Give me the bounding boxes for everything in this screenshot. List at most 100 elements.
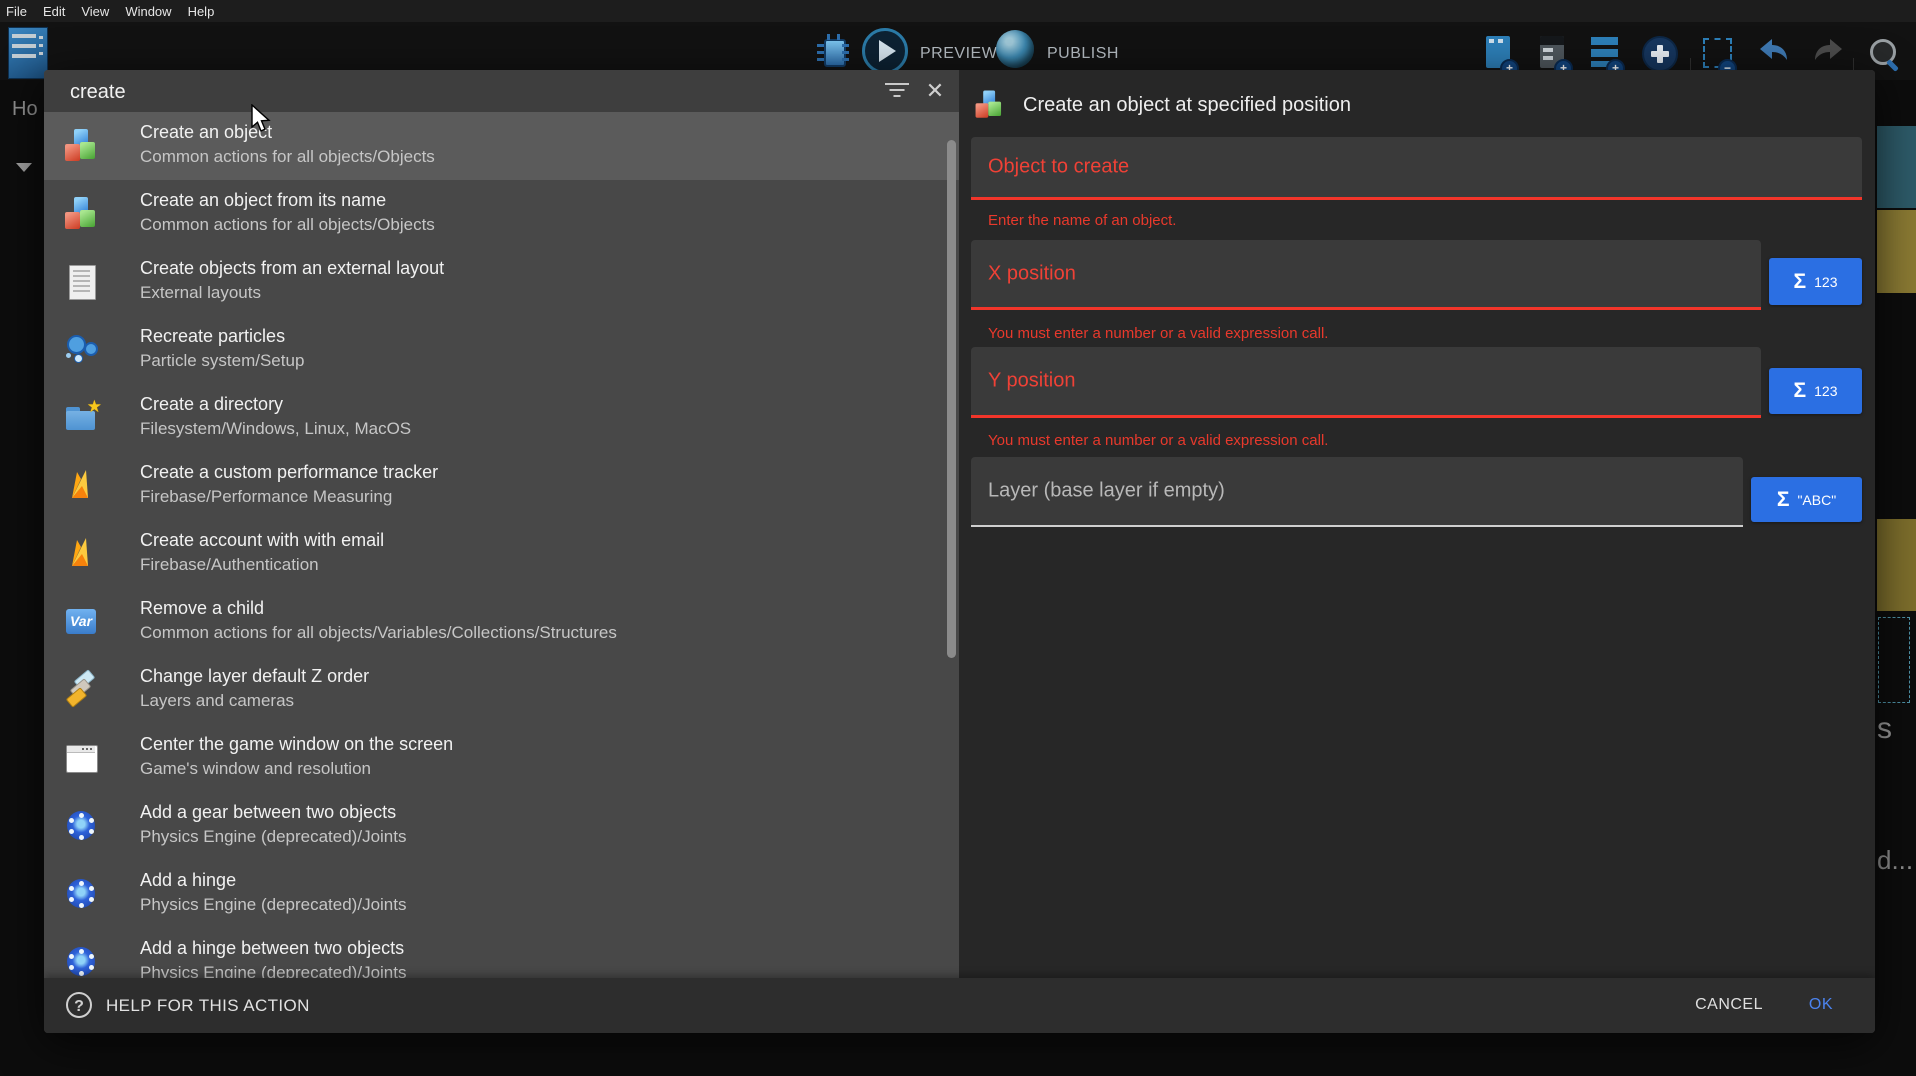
y-expression-button[interactable]: Σ 123 bbox=[1769, 368, 1862, 414]
physics-icon bbox=[62, 875, 100, 913]
dialog-footer: ? HELP FOR THIS ACTION CANCEL OK bbox=[44, 978, 1875, 1033]
search-bar: ✕ bbox=[44, 70, 959, 112]
item-subtitle: Common actions for all objects/Objects bbox=[140, 213, 435, 236]
particles-icon bbox=[62, 331, 100, 369]
instruction-editor-dialog: ✕ Create an objectCommon actions for all… bbox=[44, 70, 1875, 1033]
menu-bar: File Edit View Window Help bbox=[0, 0, 1916, 22]
item-title: Add a gear between two objects bbox=[140, 801, 406, 824]
publish-globe-icon[interactable] bbox=[996, 30, 1034, 68]
item-subtitle: Common actions for all objects/Objects bbox=[140, 145, 435, 168]
item-title: Recreate particles bbox=[140, 325, 304, 348]
list-item[interactable]: ★Create a directoryFilesystem/Windows, L… bbox=[44, 384, 959, 452]
object-to-create-helper: Enter the name of an object. bbox=[988, 212, 1176, 229]
layer-label: Layer (base layer if empty) bbox=[988, 480, 1225, 503]
publish-button[interactable]: PUBLISH bbox=[1047, 45, 1119, 63]
scene-text-fragment: d... bbox=[1877, 845, 1913, 876]
menu-help[interactable]: Help bbox=[188, 4, 215, 19]
item-subtitle: Firebase/Authentication bbox=[140, 553, 384, 576]
scene-block-olive bbox=[1877, 210, 1916, 293]
item-subtitle: Layers and cameras bbox=[140, 689, 369, 712]
detail-title: Create an object at specified position bbox=[1023, 94, 1351, 117]
object-to-create-label: Object to create bbox=[988, 156, 1129, 179]
list-item[interactable]: Create account with with emailFirebase/A… bbox=[44, 520, 959, 588]
expression-type-label: "ABC" bbox=[1797, 492, 1836, 508]
list-item[interactable]: Add a gear between two objectsPhysics En… bbox=[44, 792, 959, 860]
preview-button[interactable]: PREVIEW bbox=[920, 45, 997, 63]
window-icon bbox=[62, 739, 100, 777]
expression-type-label: 123 bbox=[1814, 274, 1837, 290]
item-subtitle: Physics Engine (deprecated)/Joints bbox=[140, 825, 406, 848]
x-position-field[interactable]: X position bbox=[971, 240, 1761, 310]
sigma-icon: Σ bbox=[1777, 488, 1790, 512]
item-subtitle: Filesystem/Windows, Linux, MacOS bbox=[140, 417, 411, 440]
item-title: Create an object bbox=[140, 121, 435, 144]
scene-selection-rect bbox=[1878, 617, 1910, 703]
list-item[interactable]: Add a hingePhysics Engine (deprecated)/J… bbox=[44, 860, 959, 928]
y-position-label: Y position bbox=[988, 370, 1075, 393]
list-item[interactable]: Create an object from its nameCommon act… bbox=[44, 180, 959, 248]
item-title: Create a directory bbox=[140, 393, 411, 416]
project-manager-icon[interactable] bbox=[8, 27, 48, 79]
search-input[interactable] bbox=[68, 70, 772, 114]
firebase-icon bbox=[62, 535, 100, 573]
item-subtitle: External layouts bbox=[140, 281, 444, 304]
app-window: File Edit View Window Help PREVIEW PUBLI… bbox=[0, 0, 1916, 1076]
y-position-field[interactable]: Y position bbox=[971, 347, 1761, 418]
menu-window[interactable]: Window bbox=[125, 4, 171, 19]
menu-view[interactable]: View bbox=[81, 4, 109, 19]
object-to-create-field[interactable]: Object to create bbox=[971, 137, 1862, 200]
debugger-icon[interactable] bbox=[813, 30, 853, 72]
menu-edit[interactable]: Edit bbox=[43, 4, 65, 19]
filter-icon[interactable] bbox=[882, 79, 912, 103]
item-title: Create a custom performance tracker bbox=[140, 461, 438, 484]
close-icon[interactable]: ✕ bbox=[920, 76, 950, 106]
action-chooser-panel: ✕ Create an objectCommon actions for all… bbox=[44, 70, 959, 978]
y-position-error: You must enter a number or a valid expre… bbox=[988, 432, 1328, 449]
item-subtitle: Firebase/Performance Measuring bbox=[140, 485, 438, 508]
x-expression-button[interactable]: Σ 123 bbox=[1769, 258, 1862, 305]
help-icon[interactable]: ? bbox=[66, 992, 92, 1018]
ok-button[interactable]: OK bbox=[1809, 996, 1833, 1014]
layout-icon bbox=[62, 263, 100, 301]
cancel-button[interactable]: CANCEL bbox=[1695, 996, 1763, 1014]
menu-file[interactable]: File bbox=[6, 4, 27, 19]
item-subtitle: Physics Engine (deprecated)/Joints bbox=[140, 893, 406, 916]
undo-icon bbox=[1755, 36, 1791, 70]
list-item[interactable]: Create objects from an external layoutEx… bbox=[44, 248, 959, 316]
item-title: Create objects from an external layout bbox=[140, 257, 444, 280]
cubes-icon bbox=[62, 127, 100, 165]
item-subtitle: Particle system/Setup bbox=[140, 349, 304, 372]
list-scrollbar[interactable] bbox=[947, 140, 956, 658]
item-title: Create account with with email bbox=[140, 529, 384, 552]
list-item[interactable]: Create a custom performance trackerFireb… bbox=[44, 452, 959, 520]
expression-type-label: 123 bbox=[1814, 383, 1837, 399]
sigma-icon: Σ bbox=[1794, 270, 1807, 294]
layer-field[interactable]: Layer (base layer if empty) bbox=[971, 457, 1743, 527]
physics-icon bbox=[62, 807, 100, 845]
variable-icon: Var bbox=[62, 603, 100, 641]
item-title: Change layer default Z order bbox=[140, 665, 369, 688]
preview-play-icon[interactable] bbox=[862, 28, 908, 74]
list-item[interactable]: VarRemove a childCommon actions for all … bbox=[44, 588, 959, 656]
item-subtitle: Common actions for all objects/Variables… bbox=[140, 621, 617, 644]
list-item[interactable]: Center the game window on the screenGame… bbox=[44, 724, 959, 792]
layer-expression-button[interactable]: Σ "ABC" bbox=[1751, 477, 1862, 522]
scene-text-fragment: s bbox=[1877, 712, 1892, 746]
scene-block-teal bbox=[1877, 126, 1916, 208]
chevron-down-icon[interactable] bbox=[16, 163, 32, 172]
x-position-label: X position bbox=[988, 262, 1076, 285]
sigma-icon: Σ bbox=[1794, 379, 1807, 403]
list-item[interactable]: Change layer default Z orderLayers and c… bbox=[44, 656, 959, 724]
list-item[interactable]: Recreate particlesParticle system/Setup bbox=[44, 316, 959, 384]
x-position-error: You must enter a number or a valid expre… bbox=[988, 325, 1328, 342]
item-title: Add a hinge bbox=[140, 869, 406, 892]
item-title: Create an object from its name bbox=[140, 189, 435, 212]
help-button[interactable]: HELP FOR THIS ACTION bbox=[106, 996, 310, 1016]
list-item[interactable]: Add a hinge between two objectsPhysics E… bbox=[44, 928, 959, 978]
action-detail-panel: Create an object at specified position O… bbox=[959, 70, 1875, 978]
scene-block-olive bbox=[1877, 519, 1916, 611]
list-item[interactable]: Create an objectCommon actions for all o… bbox=[44, 112, 959, 180]
item-subtitle: Physics Engine (deprecated)/Joints bbox=[140, 961, 406, 978]
detail-header: Create an object at specified position bbox=[973, 86, 1351, 124]
cubes-icon bbox=[62, 195, 100, 233]
